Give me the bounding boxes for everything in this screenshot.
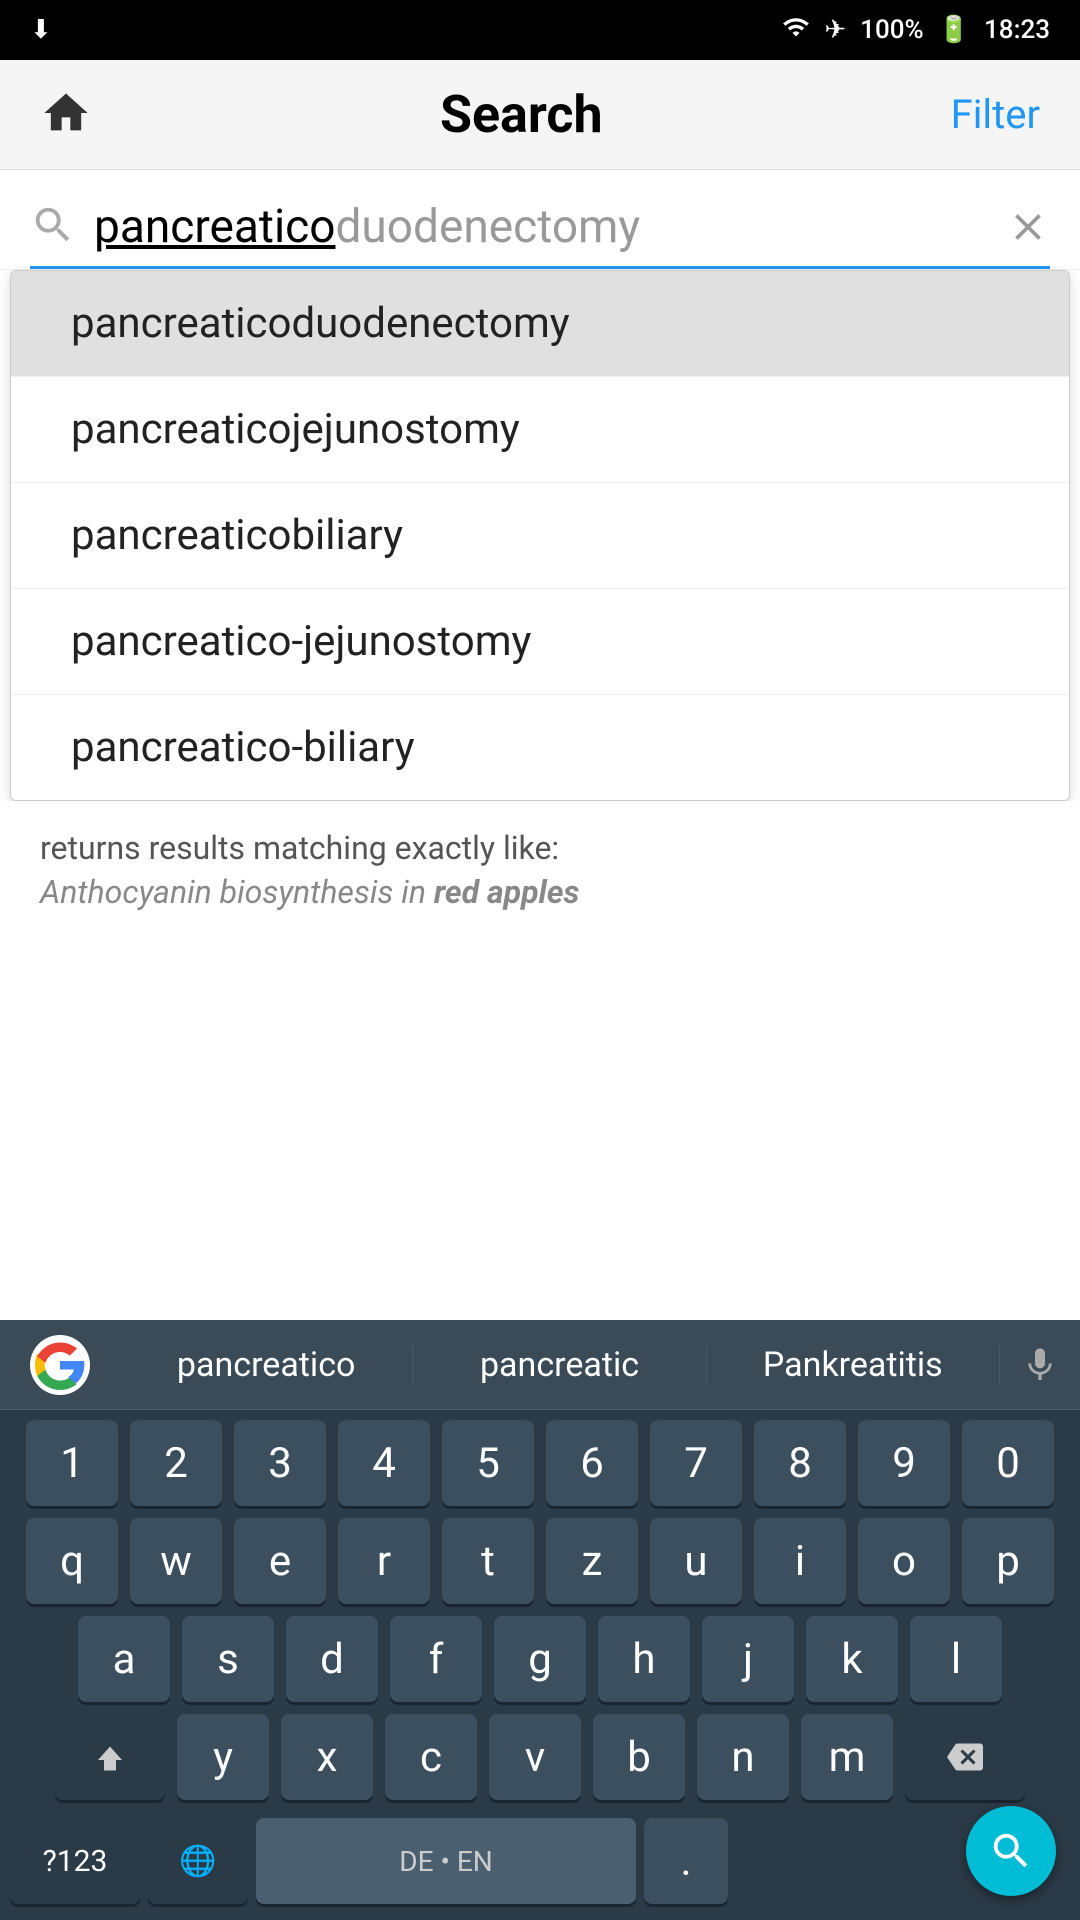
- key-3[interactable]: 3: [234, 1420, 326, 1506]
- key-r[interactable]: r: [338, 1518, 430, 1604]
- shift-key[interactable]: [55, 1714, 165, 1800]
- search-bar[interactable]: pancreaticoduodenectomy: [30, 200, 1050, 269]
- key-4[interactable]: 4: [338, 1420, 430, 1506]
- battery-label: 100%: [860, 15, 923, 45]
- key-row-qwertz: q w e r t z u i o p: [0, 1518, 1080, 1604]
- suggestion-0[interactable]: pancreatico: [120, 1345, 413, 1385]
- google-logo: [20, 1325, 100, 1405]
- key-s[interactable]: s: [182, 1616, 274, 1702]
- period-key[interactable]: .: [644, 1818, 728, 1904]
- autocomplete-dropdown: pancreaticoduodenectomy pancreaticojejun…: [10, 270, 1070, 801]
- backspace-key[interactable]: [905, 1714, 1025, 1800]
- key-p[interactable]: p: [962, 1518, 1054, 1604]
- key-w[interactable]: w: [130, 1518, 222, 1604]
- clear-button[interactable]: [1006, 205, 1050, 249]
- key-2[interactable]: 2: [130, 1420, 222, 1506]
- time-label: 18:23: [984, 15, 1050, 45]
- autocomplete-item-2[interactable]: pancreaticobiliary: [11, 483, 1069, 589]
- status-bar: ⬇ ✈ 100% 🔋 18:23: [0, 0, 1080, 60]
- key-b[interactable]: b: [593, 1714, 685, 1800]
- key-row-asdfg: a s d f g h j k l: [0, 1616, 1080, 1702]
- info-description: returns results matching exactly like:: [40, 829, 1040, 867]
- search-typed-text: pancreatico: [94, 200, 335, 254]
- key-6[interactable]: 6: [546, 1420, 638, 1506]
- key-row-shift: y x c v b n m: [0, 1714, 1080, 1800]
- key-7[interactable]: 7: [650, 1420, 742, 1506]
- key-0[interactable]: 0: [962, 1420, 1054, 1506]
- info-example-bold: red apples: [434, 873, 580, 911]
- key-z[interactable]: z: [546, 1518, 638, 1604]
- suggestion-1[interactable]: pancreatic: [413, 1345, 706, 1385]
- num-key[interactable]: ?123: [10, 1818, 140, 1904]
- info-section: returns results matching exactly like: A…: [0, 801, 1080, 931]
- key-h[interactable]: h: [598, 1616, 690, 1702]
- filter-button[interactable]: Filter: [951, 91, 1040, 138]
- search-ghost-text: duodenectomy: [335, 200, 640, 254]
- key-j[interactable]: j: [702, 1616, 794, 1702]
- keyboard: pancreatico pancreatic Pankreatitis 1 2 …: [0, 1320, 1080, 1920]
- key-i[interactable]: i: [754, 1518, 846, 1604]
- autocomplete-item-1[interactable]: pancreaticojejunostomy: [11, 377, 1069, 483]
- autocomplete-item-3[interactable]: pancreatico-jejunostomy: [11, 589, 1069, 695]
- info-example-prefix: Anthocyanin biosynthesis in: [40, 873, 434, 911]
- battery-icon: 🔋: [938, 15, 970, 45]
- key-1[interactable]: 1: [26, 1420, 118, 1506]
- key-t[interactable]: t: [442, 1518, 534, 1604]
- key-k[interactable]: k: [806, 1616, 898, 1702]
- key-q[interactable]: q: [26, 1518, 118, 1604]
- keyboard-bottom-row: ?123 🌐 DE • EN .: [0, 1812, 1080, 1920]
- key-c[interactable]: c: [385, 1714, 477, 1800]
- search-icon: [30, 202, 76, 252]
- key-o[interactable]: o: [858, 1518, 950, 1604]
- search-action-button[interactable]: [966, 1806, 1056, 1896]
- key-8[interactable]: 8: [754, 1420, 846, 1506]
- key-v[interactable]: v: [489, 1714, 581, 1800]
- globe-key[interactable]: 🌐: [148, 1818, 248, 1904]
- key-l[interactable]: l: [910, 1616, 1002, 1702]
- key-x[interactable]: x: [281, 1714, 373, 1800]
- autocomplete-item-0[interactable]: pancreaticoduodenectomy: [11, 271, 1069, 377]
- key-5[interactable]: 5: [442, 1420, 534, 1506]
- key-m[interactable]: m: [801, 1714, 893, 1800]
- info-example: Anthocyanin biosynthesis in red apples: [40, 873, 1040, 911]
- key-9[interactable]: 9: [858, 1420, 950, 1506]
- key-d[interactable]: d: [286, 1616, 378, 1702]
- key-e[interactable]: e: [234, 1518, 326, 1604]
- microphone-button[interactable]: [1000, 1345, 1080, 1385]
- key-u[interactable]: u: [650, 1518, 742, 1604]
- key-n[interactable]: n: [697, 1714, 789, 1800]
- keyboard-rows: 1 2 3 4 5 6 7 8 9 0 q w e r t z u i o p …: [0, 1410, 1080, 1800]
- key-a[interactable]: a: [78, 1616, 170, 1702]
- search-bar-container: pancreaticoduodenectomy: [0, 170, 1080, 270]
- spacebar[interactable]: DE • EN: [256, 1818, 636, 1904]
- page-title: Search: [440, 84, 603, 145]
- airplane-icon: ✈: [824, 15, 846, 45]
- keyboard-suggestions: pancreatico pancreatic Pankreatitis: [0, 1320, 1080, 1410]
- suggestion-2[interactable]: Pankreatitis: [707, 1345, 1000, 1385]
- home-button[interactable]: [40, 87, 92, 143]
- key-row-numbers: 1 2 3 4 5 6 7 8 9 0: [0, 1420, 1080, 1506]
- download-icon: ⬇: [30, 15, 52, 45]
- autocomplete-item-4[interactable]: pancreatico-biliary: [11, 695, 1069, 800]
- key-g[interactable]: g: [494, 1616, 586, 1702]
- wifi-icon: [782, 13, 810, 48]
- key-f[interactable]: f: [390, 1616, 482, 1702]
- app-header: Search Filter: [0, 60, 1080, 170]
- search-input[interactable]: pancreaticoduodenectomy: [94, 200, 988, 254]
- key-y[interactable]: y: [177, 1714, 269, 1800]
